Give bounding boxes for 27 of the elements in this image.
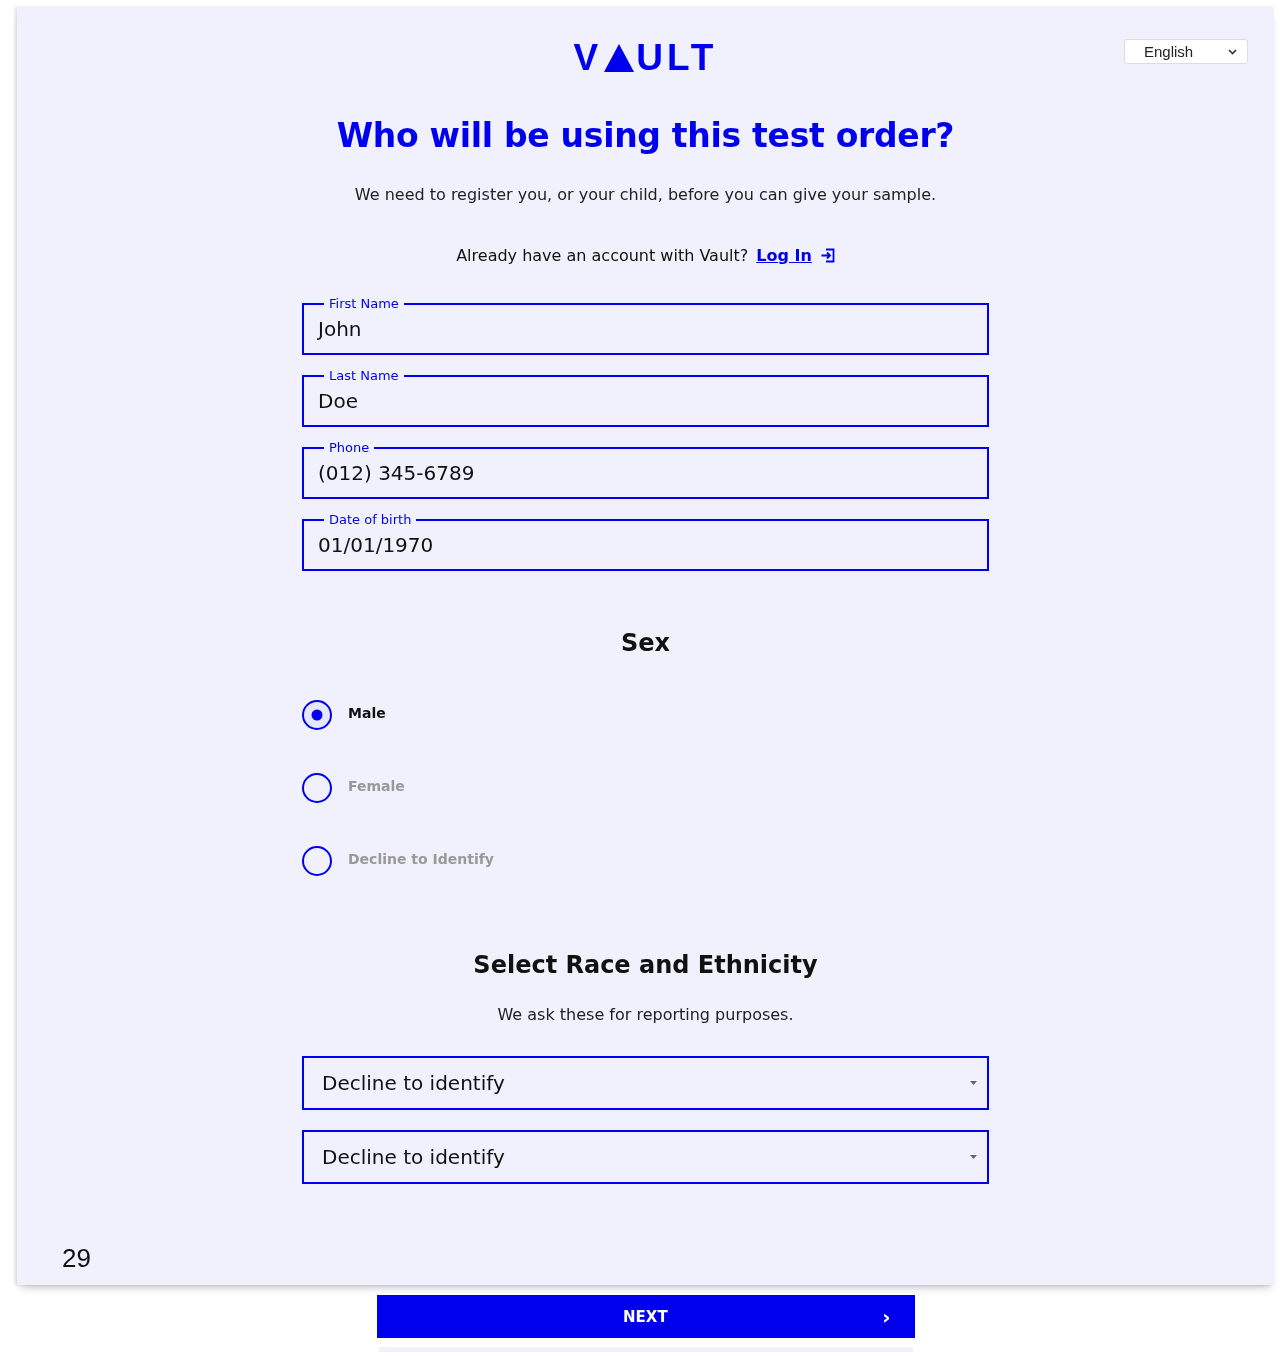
radio-label[interactable]: Male [348, 705, 386, 721]
account-prompt: Already have an account with Vault? [456, 246, 749, 265]
field-label: Date of birth [324, 512, 417, 527]
section-note: We ask these for reporting purposes. [497, 1005, 794, 1024]
field-label: Last Name [324, 368, 404, 383]
dropdown-select[interactable]: Decline to identify [302, 1056, 989, 1110]
login-icon [819, 248, 835, 263]
page-number: 29 [62, 1243, 91, 1274]
caret-down-icon [970, 1081, 977, 1085]
logo-text: V [573, 43, 603, 73]
subtitle: We need to register you, or your child, before you can give your sample. [354, 185, 937, 204]
radio-button[interactable] [302, 773, 332, 803]
chevron-down-icon [1228, 48, 1237, 55]
language-select[interactable]: English [1124, 39, 1248, 64]
logo-text: ULT [636, 43, 718, 73]
next-button[interactable]: NEXT › [376, 1295, 915, 1338]
page-title: Who will be using this test order? [336, 116, 955, 155]
triangle-icon [604, 44, 635, 72]
radio-button[interactable] [302, 700, 332, 730]
dropdown-select[interactable]: Decline to identify [302, 1130, 989, 1184]
radio-button[interactable] [302, 846, 332, 876]
field-label: First Name [324, 296, 404, 311]
caret-down-icon [970, 1155, 977, 1159]
section-heading: Sex [620, 629, 670, 657]
section-heading: Select Race and Ethnicity [473, 951, 818, 979]
login-link[interactable]: Log In [756, 246, 812, 265]
field-label: Phone [324, 440, 375, 455]
